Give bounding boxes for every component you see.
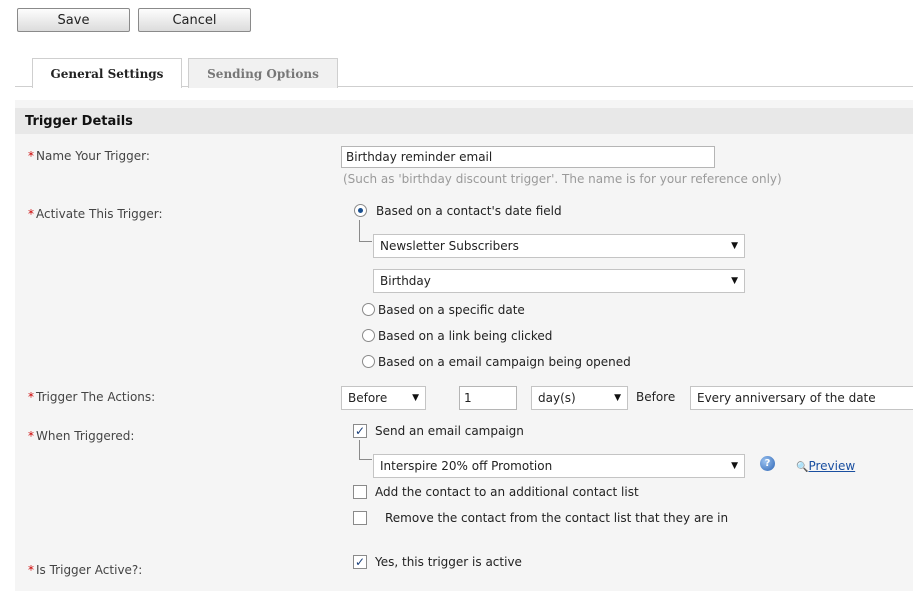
- when-label: * When Triggered:: [28, 429, 135, 443]
- before-text: Before: [636, 390, 676, 404]
- send-campaign-checkbox[interactable]: ✓: [353, 424, 367, 438]
- tree-connector: [359, 220, 372, 242]
- date-field-select[interactable]: Birthday ▼: [373, 269, 745, 293]
- activate-label: * Activate This Trigger:: [28, 207, 163, 221]
- chevron-down-icon: ▼: [614, 393, 621, 403]
- unit-select[interactable]: day(s) ▼: [531, 386, 628, 410]
- required-marker: *: [28, 429, 34, 443]
- chevron-down-icon: ▼: [731, 241, 738, 251]
- active-label: * Is Trigger Active?:: [28, 563, 143, 577]
- trigger-name-input[interactable]: [341, 146, 715, 168]
- radio-specific-date[interactable]: [362, 303, 375, 316]
- radio-campaign-opened-label: Based on a email campaign being opened: [378, 355, 631, 369]
- radio-link-clicked[interactable]: [362, 329, 375, 342]
- required-marker: *: [28, 207, 34, 221]
- radio-date-field[interactable]: [354, 204, 367, 217]
- radio-specific-date-label: Based on a specific date: [378, 303, 525, 317]
- save-button[interactable]: Save: [17, 8, 130, 32]
- radio-campaign-opened[interactable]: [362, 355, 375, 368]
- chevron-down-icon: ▼: [412, 393, 419, 403]
- remove-list-checkbox[interactable]: [353, 511, 367, 525]
- actions-label: * Trigger The Actions:: [28, 390, 156, 404]
- name-label: * Name Your Trigger:: [28, 149, 150, 163]
- required-marker: *: [28, 563, 34, 577]
- tab-general-settings[interactable]: General Settings: [32, 58, 182, 88]
- tab-sending-options[interactable]: Sending Options: [188, 58, 338, 88]
- date-reference-select[interactable]: Every anniversary of the date: [690, 386, 913, 410]
- help-icon[interactable]: ?: [760, 456, 775, 471]
- cancel-button[interactable]: Cancel: [138, 8, 251, 32]
- add-list-checkbox[interactable]: [353, 485, 367, 499]
- chevron-down-icon: ▼: [731, 461, 738, 471]
- send-campaign-label: Send an email campaign: [375, 424, 524, 438]
- campaign-select[interactable]: Interspire 20% off Promotion ▼: [373, 454, 745, 478]
- trigger-active-checkbox[interactable]: ✓: [353, 555, 367, 569]
- add-list-label: Add the contact to an additional contact…: [375, 485, 639, 499]
- remove-list-label: Remove the contact from the contact list…: [385, 511, 729, 525]
- name-hint: (Such as 'birthday discount trigger'. Th…: [343, 172, 782, 186]
- tree-connector: [359, 440, 372, 460]
- required-marker: *: [28, 149, 34, 163]
- preview-link[interactable]: 🔍Preview: [796, 459, 855, 473]
- radio-link-clicked-label: Based on a link being clicked: [378, 329, 553, 343]
- timing-select[interactable]: Before ▼: [341, 386, 426, 410]
- amount-input[interactable]: [459, 386, 517, 410]
- required-marker: *: [28, 390, 34, 404]
- chevron-down-icon: ▼: [731, 276, 738, 286]
- contact-list-select[interactable]: Newsletter Subscribers ▼: [373, 234, 745, 258]
- radio-date-field-label: Based on a contact's date field: [376, 204, 562, 218]
- magnifier-icon: 🔍: [796, 462, 809, 473]
- tab-bar: General Settings Sending Options: [15, 58, 913, 88]
- section-header: Trigger Details: [15, 108, 913, 134]
- trigger-active-label: Yes, this trigger is active: [375, 555, 522, 569]
